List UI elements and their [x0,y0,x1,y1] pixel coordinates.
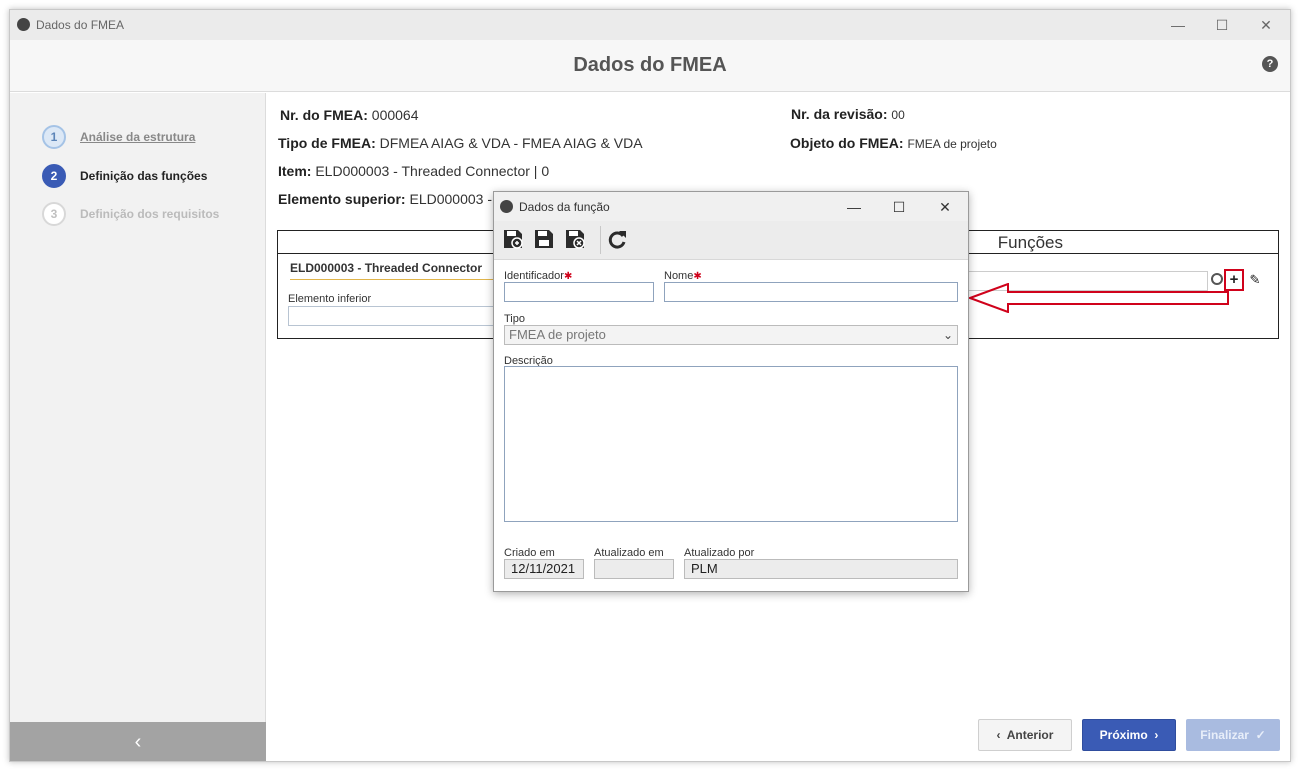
close-icon[interactable]: ✕ [1254,13,1278,37]
edit-icon[interactable]: ✎ [1247,271,1263,289]
page-title: Dados do FMEA [573,54,727,76]
dialog-maximize-icon[interactable]: ☐ [887,195,911,219]
dialog-title: Dados da função [519,200,610,214]
minimize-icon[interactable]: — [1166,13,1190,37]
step-number: 1 [42,125,66,149]
toolbar-separator [600,226,601,254]
step-label: Definição das funções [80,169,208,183]
nr-fmea: Nr. do FMEA: 000064 [280,107,419,123]
atualizado-em-value [594,559,674,579]
criado-em-value: 12/11/2021 [504,559,584,579]
objeto-fmea: Objeto do FMEA: FMEA de projeto [790,135,997,151]
item: Item: ELD000003 - Threaded Connector | 0 [278,163,550,179]
atualizado-por-label: Atualizado por [684,547,755,559]
anterior-button[interactable]: ‹ Anterior [978,719,1072,751]
elemento-inferior-input[interactable] [288,306,498,326]
step-number: 3 [42,202,66,226]
dialog-close-icon[interactable]: ✕ [933,195,957,219]
atualizado-por-value: PLM [684,559,958,579]
element-title: ELD000003 - Threaded Connector [290,261,483,275]
wizard-sidebar: 1 Análise da estrutura 2 Definição das f… [10,93,266,761]
window-titlebar: Dados do FMEA — ☐ ✕ [10,10,1290,40]
chevron-down-icon: ⌄ [942,328,953,342]
required-icon: ✱ [563,271,573,282]
page-header: Dados do FMEA ? [10,40,1290,92]
funcoes-title: Funções [997,233,1063,252]
nr-revisao: Nr. da revisão: 00 [791,106,905,122]
dialog-toolbar [494,221,968,260]
save-close-icon[interactable] [564,228,586,250]
tipo-label: Tipo [504,313,525,325]
save-new-icon[interactable] [502,228,524,250]
collapse-sidebar-button[interactable]: ‹ [10,722,266,761]
highlight-arrow-icon [968,283,1229,313]
refresh-icon[interactable] [606,228,628,250]
save-icon[interactable] [533,228,555,250]
window-title: Dados do FMEA [36,18,125,32]
identificador-input[interactable] [504,282,654,302]
tipo-fmea: Tipo de FMEA: DFMEA AIAG & VDA - FMEA AI… [278,135,643,151]
required-icon: ✱ [693,271,702,282]
element-underline [290,279,495,280]
finalizar-button[interactable]: Finalizar ✓ [1186,719,1280,751]
globe-icon [17,18,30,31]
elemento-inferior-label: Elemento inferior [288,293,372,305]
elemento-superior: Elemento superior: ELD000003 - [278,191,492,207]
tipo-select[interactable]: FMEA de projeto ⌄ [504,325,958,345]
dialog-titlebar: Dados da função — ☐ ✕ [494,192,968,221]
step-label: Definição dos requisitos [80,207,220,221]
atualizado-em-label: Atualizado em [594,547,664,559]
globe-icon [500,200,513,213]
descricao-textarea[interactable] [504,366,958,522]
function-dialog: Dados da função — ☐ ✕ Identificador✱ Nom… [493,191,969,592]
maximize-icon[interactable]: ☐ [1210,13,1234,37]
step-label[interactable]: Análise da estrutura [80,130,195,144]
criado-em-label: Criado em [504,547,555,559]
identificador-label: Identificador✱ [504,270,573,282]
help-icon[interactable]: ? [1262,56,1278,72]
step-number: 2 [42,164,66,188]
proximo-button[interactable]: Próximo › [1082,719,1176,751]
nome-input[interactable] [664,282,958,302]
dialog-minimize-icon[interactable]: — [842,195,866,219]
nome-label: Nome✱ [664,270,702,282]
